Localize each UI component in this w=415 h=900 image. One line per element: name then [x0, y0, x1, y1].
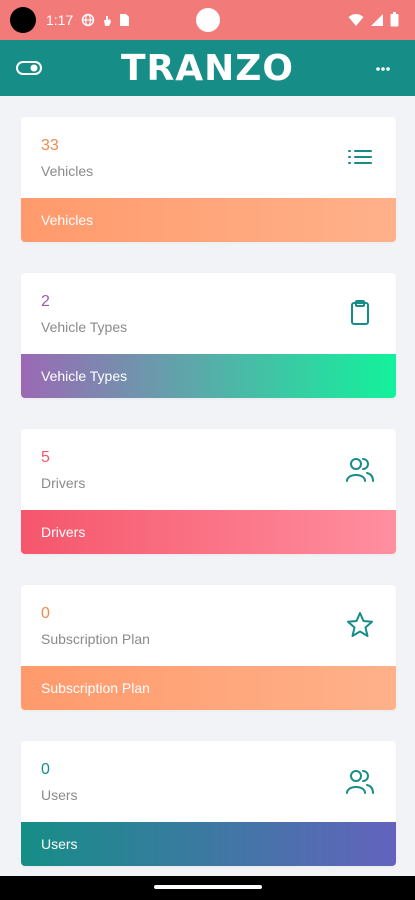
users-icon	[346, 455, 374, 483]
card-footer-drivers[interactable]: Drivers	[21, 510, 396, 554]
star-icon	[346, 611, 374, 639]
card-vehicles[interactable]: 33 Vehicles Vehicles	[21, 117, 396, 242]
card-drivers[interactable]: 5 Drivers Drivers	[21, 429, 396, 554]
dashboard-cards: 33 Vehicles Vehicles 2 Vehicle Types Veh…	[21, 117, 396, 897]
card-footer-label: Drivers	[41, 524, 86, 540]
card-count: 5	[41, 449, 50, 466]
sim-card-icon	[119, 13, 130, 27]
card-footer-users[interactable]: Users	[21, 822, 396, 866]
clipboard-icon	[346, 299, 374, 327]
card-subscription-plan[interactable]: 0 Subscription Plan Subscription Plan	[21, 585, 396, 710]
signal-icon	[370, 13, 384, 27]
card-footer-label: Vehicle Types	[41, 368, 128, 384]
status-icons-right	[348, 12, 399, 27]
wifi-icon	[348, 13, 364, 27]
globe-icon	[81, 13, 95, 27]
front-camera	[196, 8, 220, 32]
card-users[interactable]: 0 Users Users	[21, 741, 396, 866]
card-count: 2	[41, 293, 50, 310]
card-footer-label: Subscription Plan	[41, 680, 150, 696]
more-dots-icon[interactable]	[375, 62, 391, 74]
card-count: 0	[41, 761, 50, 778]
card-footer-vehicles[interactable]: Vehicles	[21, 198, 396, 242]
card-label: Vehicle Types	[41, 319, 128, 335]
card-footer-label: Users	[41, 836, 78, 852]
status-bar: 1:17	[0, 0, 415, 40]
list-icon	[346, 143, 374, 171]
card-footer-label: Vehicles	[41, 212, 94, 228]
camera-cutout	[10, 7, 36, 33]
card-footer-vehicle-types[interactable]: Vehicle Types	[21, 354, 396, 398]
card-label: Subscription Plan	[41, 631, 150, 647]
app-title: TRANZO	[121, 47, 294, 89]
card-footer-subscription-plan[interactable]: Subscription Plan	[21, 666, 396, 710]
battery-icon	[390, 12, 399, 27]
hand-icon	[101, 13, 113, 27]
card-count: 0	[41, 605, 50, 622]
card-label: Vehicles	[41, 163, 94, 179]
status-icons-left	[81, 13, 130, 27]
card-label: Drivers	[41, 475, 86, 491]
users-icon	[346, 767, 374, 795]
home-gesture-handle[interactable]	[154, 885, 262, 889]
status-time: 1:17	[46, 12, 74, 28]
toggle-icon[interactable]	[16, 60, 42, 76]
card-label: Users	[41, 787, 78, 803]
app-bar: TRANZO	[0, 40, 415, 96]
card-count: 33	[41, 137, 59, 154]
card-vehicle-types[interactable]: 2 Vehicle Types Vehicle Types	[21, 273, 396, 398]
